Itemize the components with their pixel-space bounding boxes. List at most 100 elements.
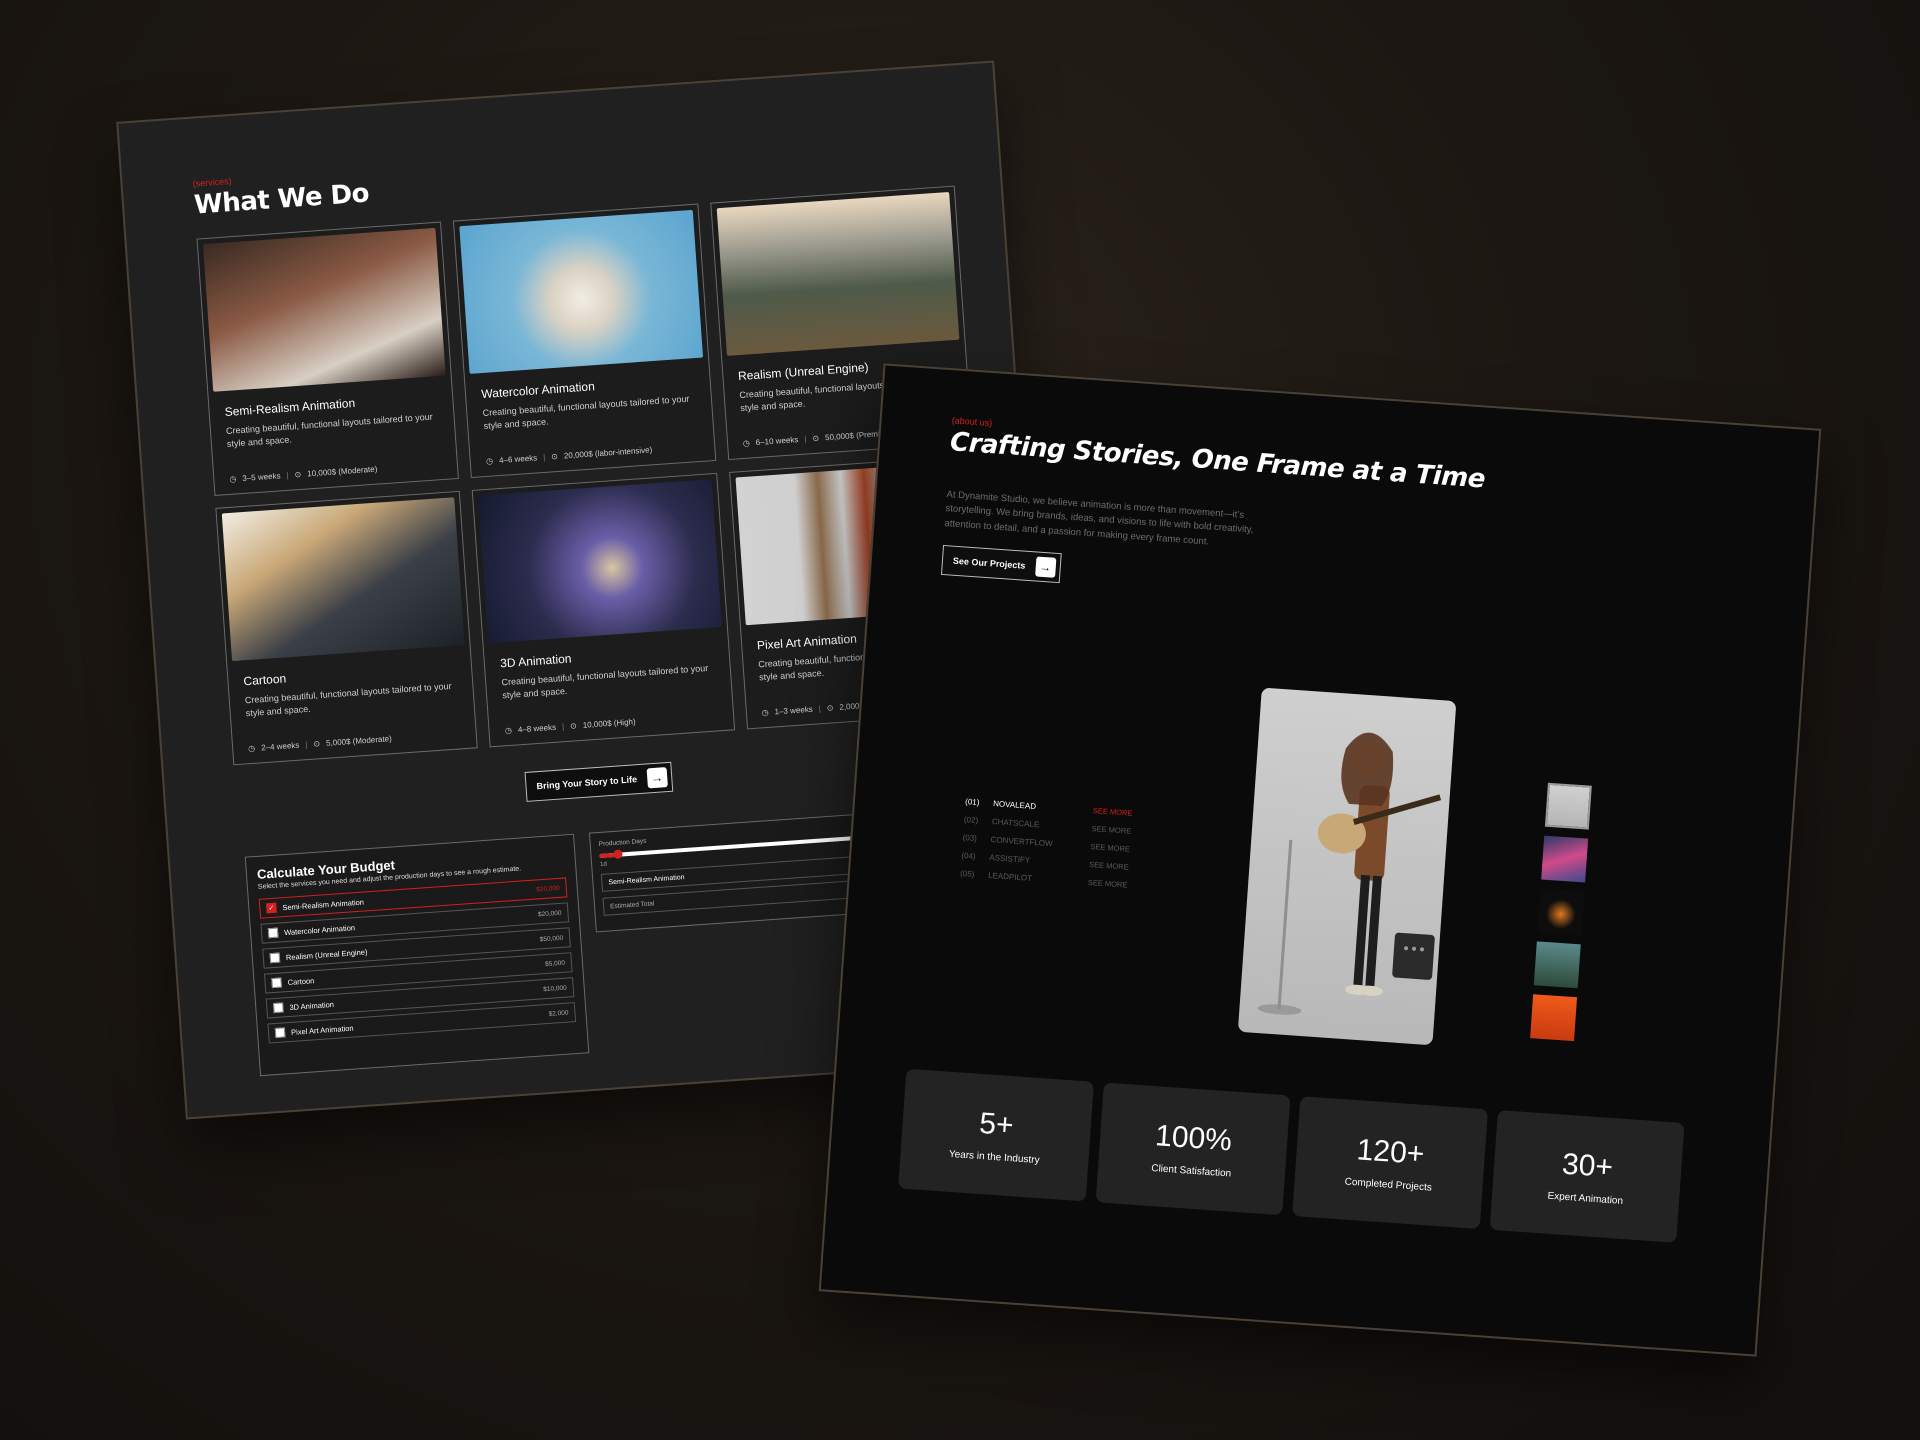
card-duration: 2–4 weeks — [260, 740, 300, 753]
card-duration: 6–10 weeks — [755, 435, 799, 448]
budget-service-label: Realism (Unreal Engine) — [285, 946, 368, 962]
stat-caption: Expert Animation — [1547, 1190, 1624, 1207]
about-page-frame: (about us) Crafting Stories, One Frame a… — [818, 363, 1822, 1357]
project-thumbnail[interactable] — [1530, 994, 1578, 1042]
checkbox-checked[interactable]: ✓ — [266, 902, 277, 914]
clock-icon — [229, 474, 237, 483]
budget-service-price: $10,000 — [536, 884, 560, 893]
budget-service-label: Cartoon — [287, 975, 315, 987]
clock-icon — [486, 456, 494, 465]
project-thumbnail[interactable] — [1544, 782, 1592, 830]
card-meta: 4–6 weeks | 20,000$ (labor-intensive) — [486, 445, 653, 466]
stat-value: 120+ — [1355, 1132, 1426, 1171]
slider-min-label: 1d — [599, 861, 608, 868]
see-more-link[interactable]: SEE MORE — [1093, 806, 1133, 818]
see-projects-button[interactable]: See Our Projects → — [940, 544, 1062, 584]
card-meta: 2–4 weeks | 5,000$ (Moderate) — [248, 734, 392, 753]
clock-icon — [761, 708, 769, 717]
project-thumbnail[interactable] — [1537, 888, 1585, 936]
see-more-link[interactable]: SEE MORE — [1091, 824, 1131, 836]
clock-icon — [505, 726, 513, 735]
budget-service-label: Watercolor Animation — [283, 922, 356, 937]
project-number: (02) — [963, 814, 979, 825]
card-duration: 1–3 weeks — [774, 704, 814, 717]
card-price: 10,000$ (High) — [582, 717, 636, 730]
stat-card: 30+ Expert Animation — [1489, 1109, 1685, 1243]
coin-icon — [294, 470, 301, 479]
coin-icon — [313, 739, 320, 748]
budget-service-price: $20,000 — [537, 909, 562, 918]
budget-service-label: Pixel Art Animation — [290, 1023, 354, 1037]
stat-card: 100% Client Satisfaction — [1095, 1082, 1291, 1216]
project-thumbnail[interactable] — [1541, 835, 1589, 883]
stat-caption: Years in the Industry — [948, 1148, 1040, 1166]
project-number: (01) — [964, 796, 980, 807]
see-more-link[interactable]: SEE MORE — [1089, 859, 1129, 871]
stat-card: 120+ Completed Projects — [1292, 1096, 1488, 1230]
checkbox[interactable] — [267, 927, 279, 939]
meta-separator: | — [818, 704, 822, 714]
meta-separator: | — [542, 452, 546, 462]
stat-value: 30+ — [1561, 1147, 1615, 1184]
service-card[interactable]: Watercolor Animation Creating beautiful,… — [453, 203, 716, 479]
card-image — [221, 497, 465, 662]
stat-value: 100% — [1154, 1118, 1233, 1157]
stat-value: 5+ — [978, 1106, 1015, 1142]
card-price: 5,000$ (Moderate) — [325, 734, 393, 748]
project-thumbnails — [1529, 782, 1592, 1050]
bring-story-label: Bring Your Story to Life — [536, 774, 638, 792]
service-card[interactable]: Semi-Realism Animation Creating beautifu… — [196, 221, 460, 496]
card-duration: 4–6 weeks — [498, 453, 538, 466]
checkbox[interactable] — [274, 1027, 286, 1039]
card-image — [478, 479, 722, 644]
budget-service-price: $10,000 — [542, 984, 567, 993]
card-meta: 4–8 weeks | 10,000$ (High) — [505, 717, 636, 735]
see-more-link[interactable]: SEE MORE — [1088, 877, 1128, 889]
bring-story-button[interactable]: Bring Your Story to Life → — [524, 761, 673, 802]
card-duration: 4–8 weeks — [517, 722, 557, 735]
service-card[interactable]: 3D Animation Creating beautiful, functio… — [472, 472, 735, 748]
arrow-right-icon: → — [1034, 556, 1056, 578]
stat-caption: Completed Projects — [1344, 1176, 1433, 1194]
see-projects-label: See Our Projects — [952, 555, 1026, 571]
stat-caption: Client Satisfaction — [1150, 1162, 1232, 1180]
card-price: 10,000$ (Moderate) — [306, 464, 378, 479]
meta-separator: | — [286, 470, 289, 480]
checkbox[interactable] — [269, 952, 281, 964]
checkbox[interactable] — [271, 977, 282, 989]
project-name: LEADPILOT — [987, 870, 1033, 883]
card-image — [202, 227, 447, 392]
coin-icon — [826, 703, 833, 712]
about-header: (about us) Crafting Stories, One Frame a… — [949, 415, 1487, 494]
budget-service-price: $5,000 — [544, 959, 566, 968]
service-card[interactable]: Cartoon Creating beautiful, functional l… — [215, 490, 479, 766]
meta-separator: | — [561, 722, 565, 732]
card-price: 20,000$ (labor-intensive) — [563, 445, 653, 461]
budget-service-price: $50,000 — [539, 934, 564, 943]
guitarist-illustration — [1257, 732, 1442, 1015]
checkbox[interactable] — [273, 1002, 284, 1014]
project-number: (04) — [961, 850, 976, 861]
budget-service-label: 3D Animation — [289, 999, 335, 1012]
project-number: (05) — [959, 868, 975, 879]
estimated-total-label: Estimated Total — [609, 899, 655, 910]
selected-service-label: Semi-Realism Animation — [608, 873, 685, 886]
coin-icon — [812, 434, 819, 443]
meta-separator: | — [804, 434, 807, 444]
project-thumbnail[interactable] — [1533, 941, 1581, 989]
services-header: (services) What We Do — [192, 167, 370, 221]
project-hero-image — [1237, 687, 1457, 1046]
budget-service-label: Semi-Realism Animation — [282, 897, 365, 912]
meta-separator: | — [305, 740, 308, 750]
coin-icon — [570, 721, 577, 730]
stats-row: 5+ Years in the Industry 100% Client Sat… — [898, 1068, 1685, 1243]
arrow-right-icon: → — [646, 767, 668, 789]
stat-card: 5+ Years in the Industry — [898, 1068, 1094, 1202]
clock-icon — [742, 439, 750, 448]
about-description: At Dynamite Studio, we believe animation… — [944, 489, 1254, 547]
budget-calculator: Calculate Your Budget Select the service… — [244, 833, 590, 1077]
see-more-link[interactable]: SEE MORE — [1090, 841, 1130, 853]
budget-service-price: $2,000 — [548, 1009, 569, 1018]
card-duration: 3–5 weeks — [242, 471, 281, 483]
slider-handle[interactable] — [613, 849, 623, 859]
